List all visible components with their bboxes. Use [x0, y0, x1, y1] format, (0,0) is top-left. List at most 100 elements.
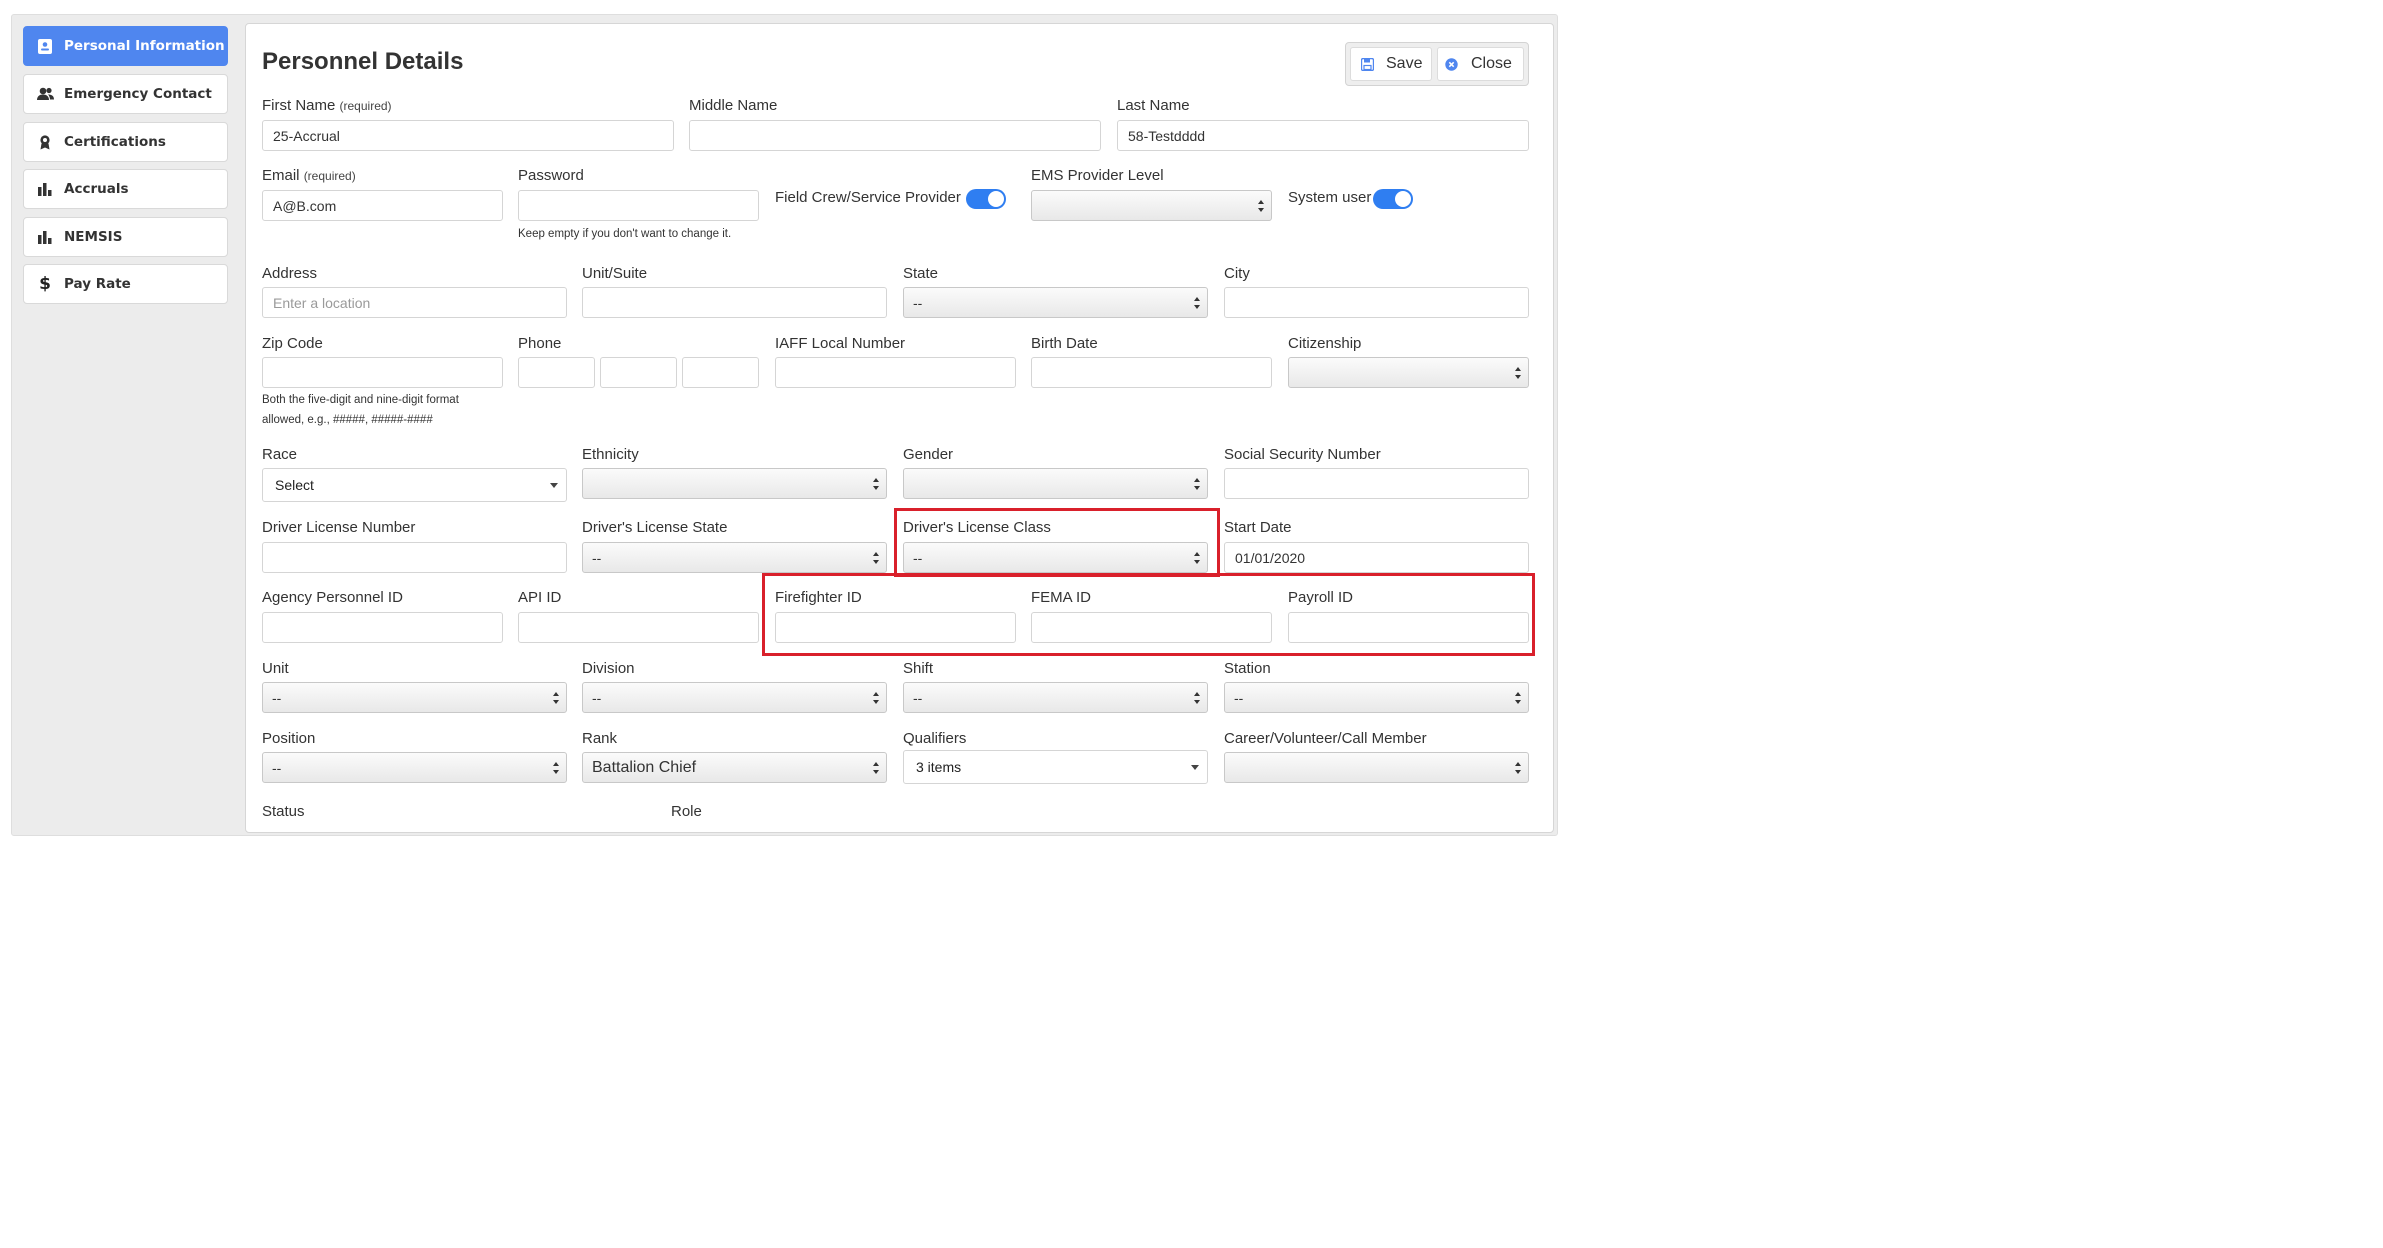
ems-level-label: EMS Provider Level	[1031, 167, 1164, 184]
iaff-input[interactable]	[775, 357, 1016, 388]
first-name-label: First Name (required)	[262, 97, 392, 114]
position-label: Position	[262, 730, 316, 747]
citizenship-select[interactable]	[1288, 357, 1529, 388]
sidebar-item-accruals[interactable]: Accruals	[23, 169, 228, 209]
highlight-box-id-fields	[762, 573, 1535, 656]
state-label: State	[903, 265, 939, 282]
shift-value: --	[913, 689, 923, 706]
sidebar-item-label: Certifications	[64, 134, 166, 150]
middle-name-input[interactable]	[689, 120, 1101, 151]
gender-select[interactable]	[903, 468, 1208, 499]
division-label: Division	[582, 660, 635, 677]
sidebar-item-label: NEMSIS	[64, 229, 123, 245]
ssn-label: Social Security Number	[1224, 446, 1381, 463]
career-select[interactable]	[1224, 752, 1529, 783]
phone-area-code-input[interactable]	[518, 357, 595, 388]
city-input[interactable]	[1224, 287, 1529, 318]
phone-prefix-input[interactable]	[600, 357, 677, 388]
select-arrows-icon	[1258, 200, 1264, 212]
sidebar-item-nemsis[interactable]: NEMSIS	[23, 217, 228, 257]
close-button[interactable]: Close	[1437, 47, 1524, 81]
driver-license-state-label: Driver's License State	[582, 519, 728, 536]
driver-license-state-select[interactable]: --	[582, 542, 887, 573]
ems-level-select[interactable]	[1031, 190, 1272, 221]
ethnicity-select[interactable]	[582, 468, 887, 499]
division-select[interactable]: --	[582, 682, 887, 713]
race-dropdown[interactable]: Select	[262, 468, 567, 502]
select-arrows-icon	[1515, 367, 1521, 379]
unit-suite-input[interactable]	[582, 287, 887, 318]
select-arrows-icon	[1515, 762, 1521, 774]
rank-value: Battalion Chief	[592, 758, 697, 776]
first-name-input[interactable]: 25-Accrual	[262, 120, 674, 151]
award-icon	[36, 133, 54, 151]
race-value: Select	[275, 477, 314, 493]
middle-name-label: Middle Name	[689, 97, 778, 114]
state-select[interactable]: --	[903, 287, 1208, 318]
api-id-input[interactable]	[518, 612, 759, 643]
station-select[interactable]: --	[1224, 682, 1529, 713]
sidebar-item-label: Personal Information	[64, 38, 225, 54]
unit-label: Unit	[262, 660, 289, 677]
address-input[interactable]: Enter a location	[262, 287, 567, 318]
system-user-toggle[interactable]	[1373, 189, 1413, 209]
sidebar-item-certifications[interactable]: Certifications	[23, 122, 228, 162]
shift-label: Shift	[903, 660, 934, 677]
users-icon	[36, 85, 54, 103]
select-arrows-icon	[1194, 297, 1200, 309]
city-label: City	[1224, 265, 1250, 282]
password-label: Password	[518, 167, 584, 184]
dollar-icon: $	[39, 274, 51, 294]
start-date-input[interactable]: 01/01/2020	[1224, 542, 1529, 573]
rank-select[interactable]: Battalion Chief	[582, 752, 887, 783]
sidebar-item-label: Pay Rate	[64, 276, 131, 292]
email-input[interactable]: A@B.com	[262, 190, 503, 221]
agency-personnel-id-input[interactable]	[262, 612, 503, 643]
sidebar-item-emergency-contact[interactable]: Emergency Contact	[23, 74, 228, 114]
save-icon	[1361, 57, 1374, 71]
phone-label: Phone	[518, 335, 562, 352]
api-id-label: API ID	[518, 589, 562, 606]
caret-down-icon	[550, 483, 558, 488]
save-button[interactable]: Save	[1350, 47, 1432, 81]
select-arrows-icon	[1194, 692, 1200, 704]
state-value: --	[913, 294, 923, 311]
sidebar-item-personal-information[interactable]: Personal Information	[23, 26, 228, 66]
email-label: Email (required)	[262, 167, 356, 184]
qualifiers-dropdown[interactable]: 3 items	[903, 750, 1208, 784]
select-arrows-icon	[553, 762, 559, 774]
zip-label: Zip Code	[262, 335, 323, 352]
position-value: --	[272, 759, 282, 776]
position-select[interactable]: --	[262, 752, 567, 783]
sidebar-item-label: Accruals	[64, 181, 129, 197]
iaff-label: IAFF Local Number	[775, 335, 906, 352]
close-icon	[1445, 57, 1458, 71]
select-arrows-icon	[873, 692, 879, 704]
system-user-label: System user	[1288, 189, 1372, 206]
field-crew-toggle[interactable]	[966, 189, 1006, 209]
select-arrows-icon	[553, 692, 559, 704]
citizenship-label: Citizenship	[1288, 335, 1362, 352]
bar-chart-icon	[36, 228, 54, 246]
ssn-input[interactable]	[1224, 468, 1529, 499]
driver-license-number-input[interactable]	[262, 542, 567, 573]
select-arrows-icon	[873, 762, 879, 774]
ethnicity-label: Ethnicity	[582, 446, 639, 463]
station-label: Station	[1224, 660, 1271, 677]
highlight-box-license-class	[894, 508, 1220, 577]
shift-select[interactable]: --	[903, 682, 1208, 713]
unit-value: --	[272, 689, 282, 706]
password-input[interactable]	[518, 190, 759, 221]
unit-select[interactable]: --	[262, 682, 567, 713]
close-label: Close	[1471, 55, 1512, 72]
sidebar-item-pay-rate[interactable]: $ Pay Rate	[23, 264, 228, 304]
last-name-input[interactable]: 58-Testdddd	[1117, 120, 1529, 151]
zip-input[interactable]	[262, 357, 503, 388]
phone-line-number-input[interactable]	[682, 357, 759, 388]
bar-chart-icon	[36, 180, 54, 198]
zip-help-line-2: allowed, e.g., #####, #####-####	[262, 414, 433, 426]
station-value: --	[1234, 689, 1244, 706]
birth-date-input[interactable]	[1031, 357, 1272, 388]
division-value: --	[592, 689, 602, 706]
select-arrows-icon	[873, 478, 879, 490]
